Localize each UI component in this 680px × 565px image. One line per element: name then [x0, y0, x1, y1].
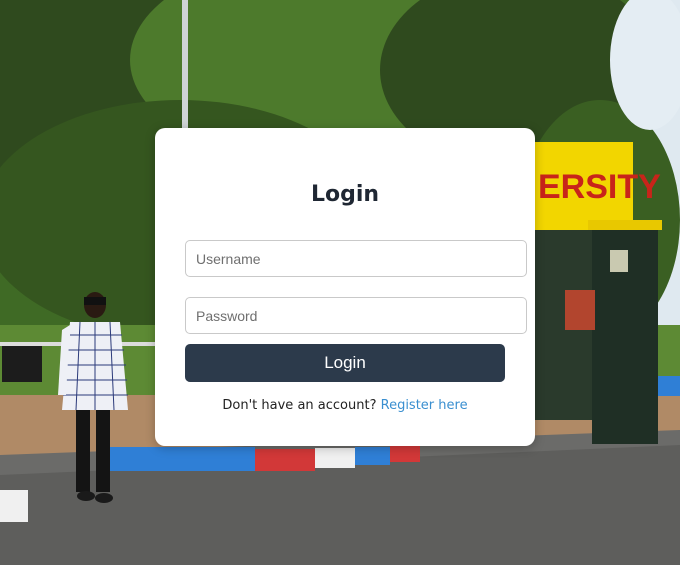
sign-text: ERSITY [538, 168, 661, 206]
register-prompt: Don't have an account? Register here [155, 398, 535, 413]
login-title: Login [310, 182, 380, 207]
register-prompt-text: Don't have an account? [222, 398, 377, 413]
login-card: Login Login Don't have an account? Regis… [155, 128, 535, 446]
password-input[interactable] [185, 297, 527, 334]
login-button[interactable]: Login [185, 344, 505, 382]
username-input[interactable] [185, 240, 527, 277]
register-link[interactable]: Register here [381, 398, 468, 413]
